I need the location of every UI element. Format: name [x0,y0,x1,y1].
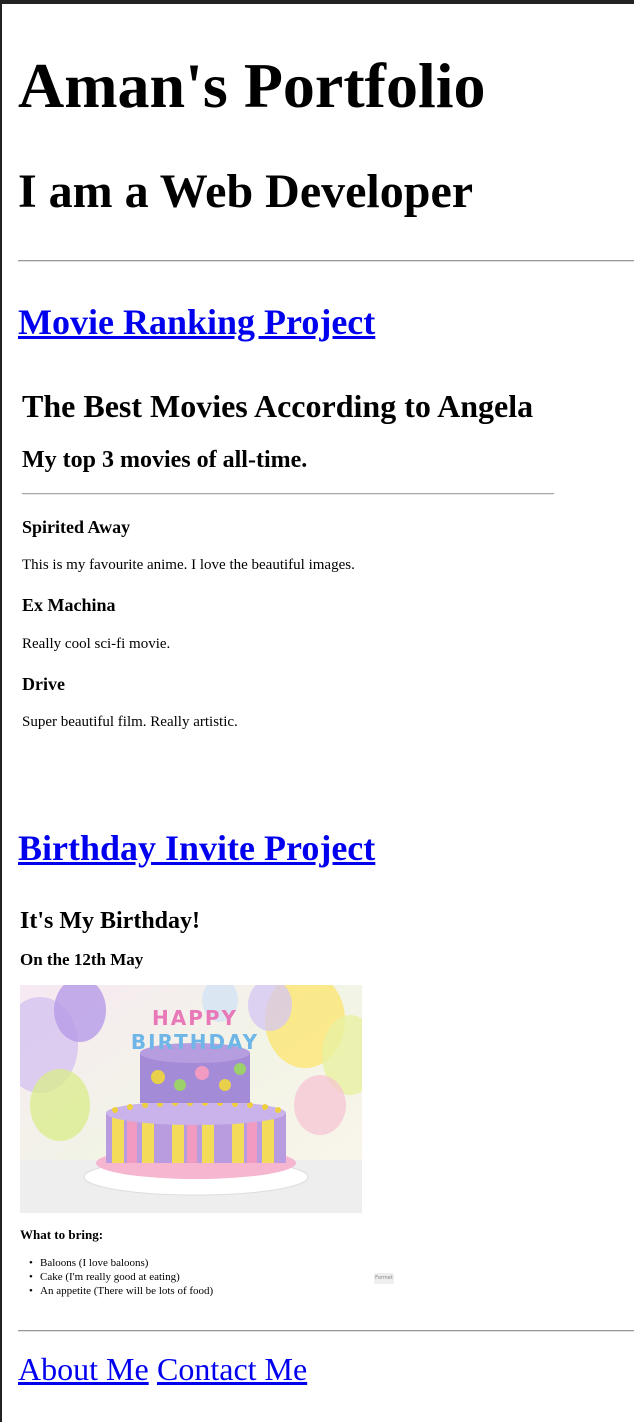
movie-description: Really cool sci-fi movie. [22,636,171,652]
movie-description: Super beautiful film. Really artistic. [22,714,238,730]
small-badge: Formet [374,1273,394,1284]
cake-banner-text: HAPPY [152,1006,238,1030]
about-me-link[interactable]: About Me [18,1349,149,1389]
list-item: Baloons (I love baloons) [29,1256,213,1270]
svg-text:BIRTHDAY: BIRTHDAY [131,1030,259,1054]
bring-list: Baloons (I love baloons) Cake (I'm reall… [29,1256,213,1298]
movie-name: Spirited Away [22,517,131,537]
movie-embed-divider [22,493,554,495]
page-title: Aman's Portfolio [18,50,486,121]
movie-description: This is my favourite anime. I love the b… [22,557,355,573]
birthday-invite-project-link[interactable]: Birthday Invite Project [18,827,375,869]
contact-me-link[interactable]: Contact Me [157,1349,307,1389]
divider [18,260,634,262]
movie-name: Ex Machina [22,595,116,615]
window-left-border [0,0,2,1422]
birthday-cake-image: HAPPY BIRTHDAY [20,985,362,1213]
birthday-date: On the 12th May [20,950,144,969]
birthday-title: It's My Birthday! [20,908,200,934]
list-item: Cake (I'm really good at eating) [29,1270,213,1284]
movie-name: Drive [22,674,65,694]
divider [18,1330,634,1332]
movie-embed-title: The Best Movies According to Angela [22,388,534,424]
list-item: An appetite (There will be lots of food) [29,1284,213,1298]
window-top-border [0,0,634,4]
what-to-bring-heading: What to bring: [20,1227,104,1242]
movie-embed-subtitle: My top 3 movies of all-time. [22,447,308,473]
movie-ranking-project-link[interactable]: Movie Ranking Project [18,301,375,343]
page-subtitle: I am a Web Developer [18,165,474,218]
